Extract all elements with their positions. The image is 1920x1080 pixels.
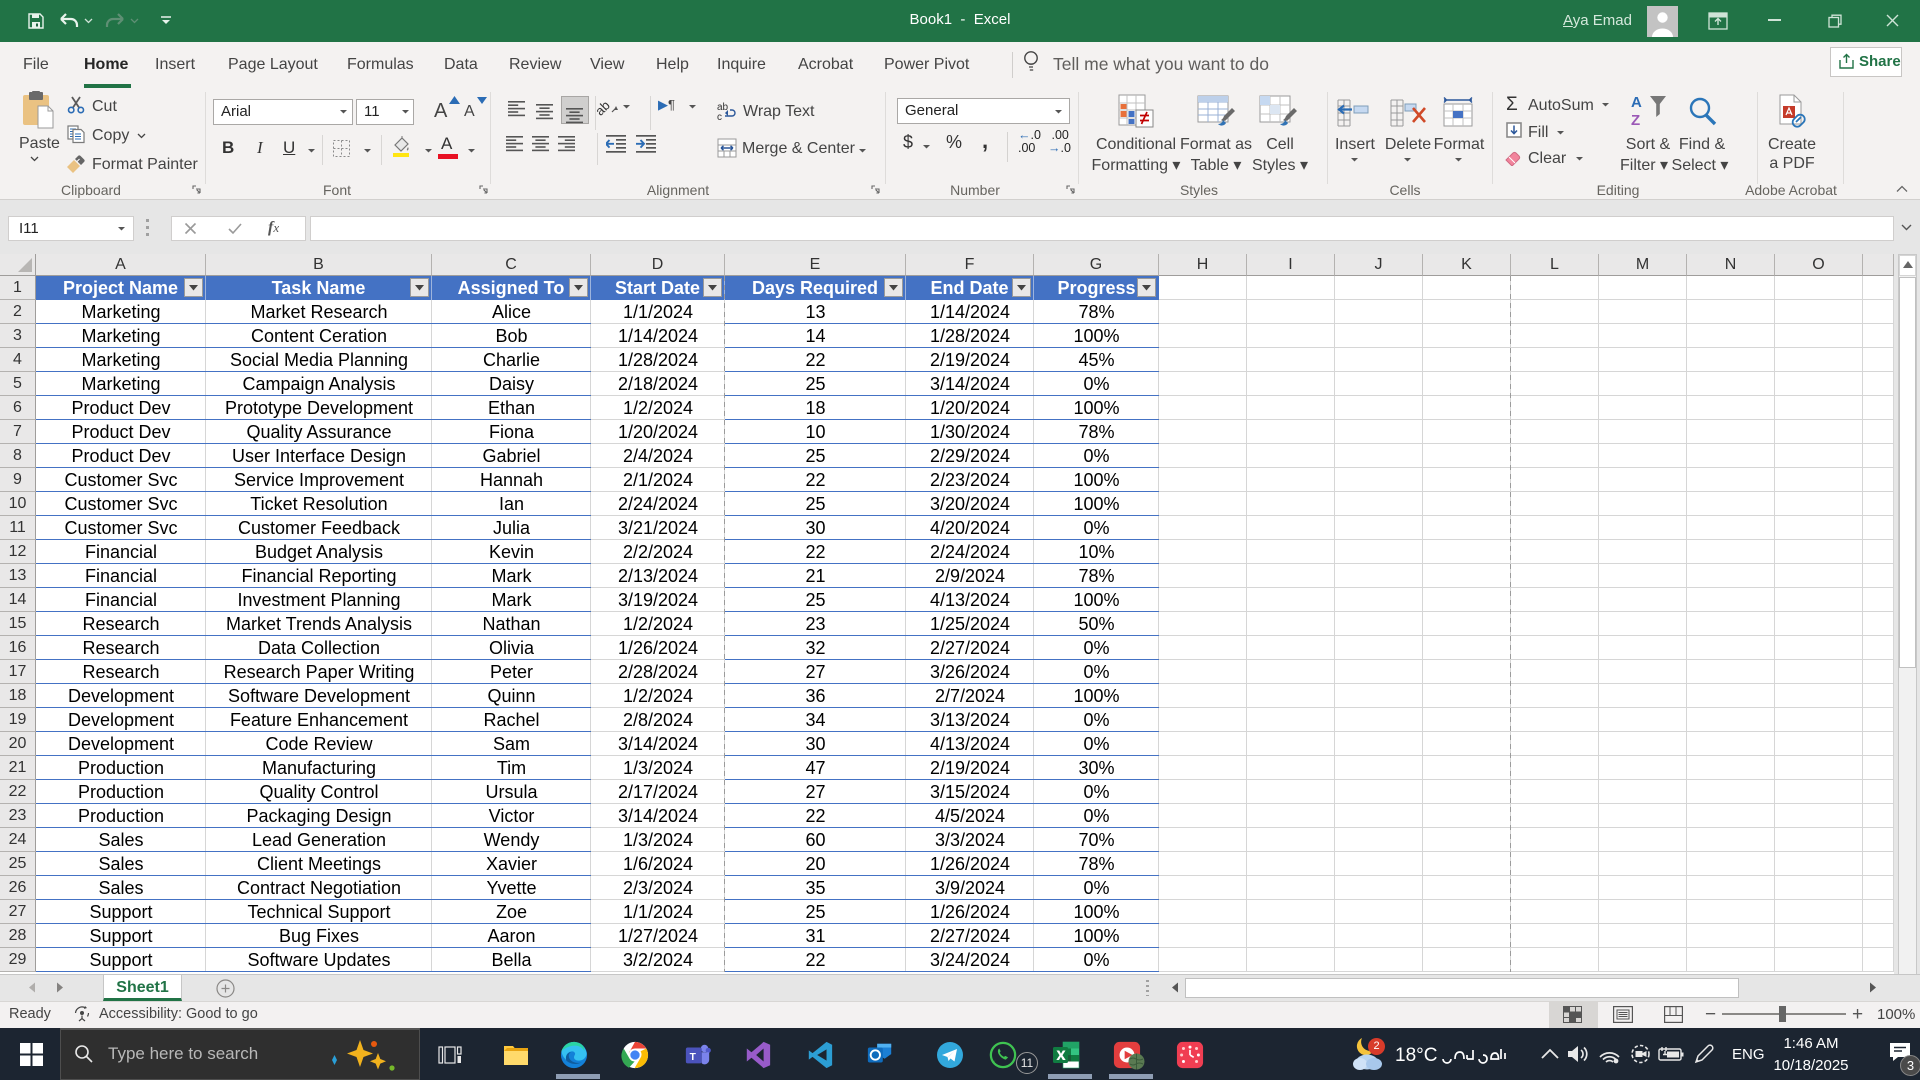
svg-text:ab: ab xyxy=(596,98,613,118)
svg-text:c: c xyxy=(717,112,722,121)
svg-text:T: T xyxy=(690,1052,697,1063)
svg-text:A: A xyxy=(1631,94,1642,111)
svg-text:Z: Z xyxy=(1631,112,1640,129)
